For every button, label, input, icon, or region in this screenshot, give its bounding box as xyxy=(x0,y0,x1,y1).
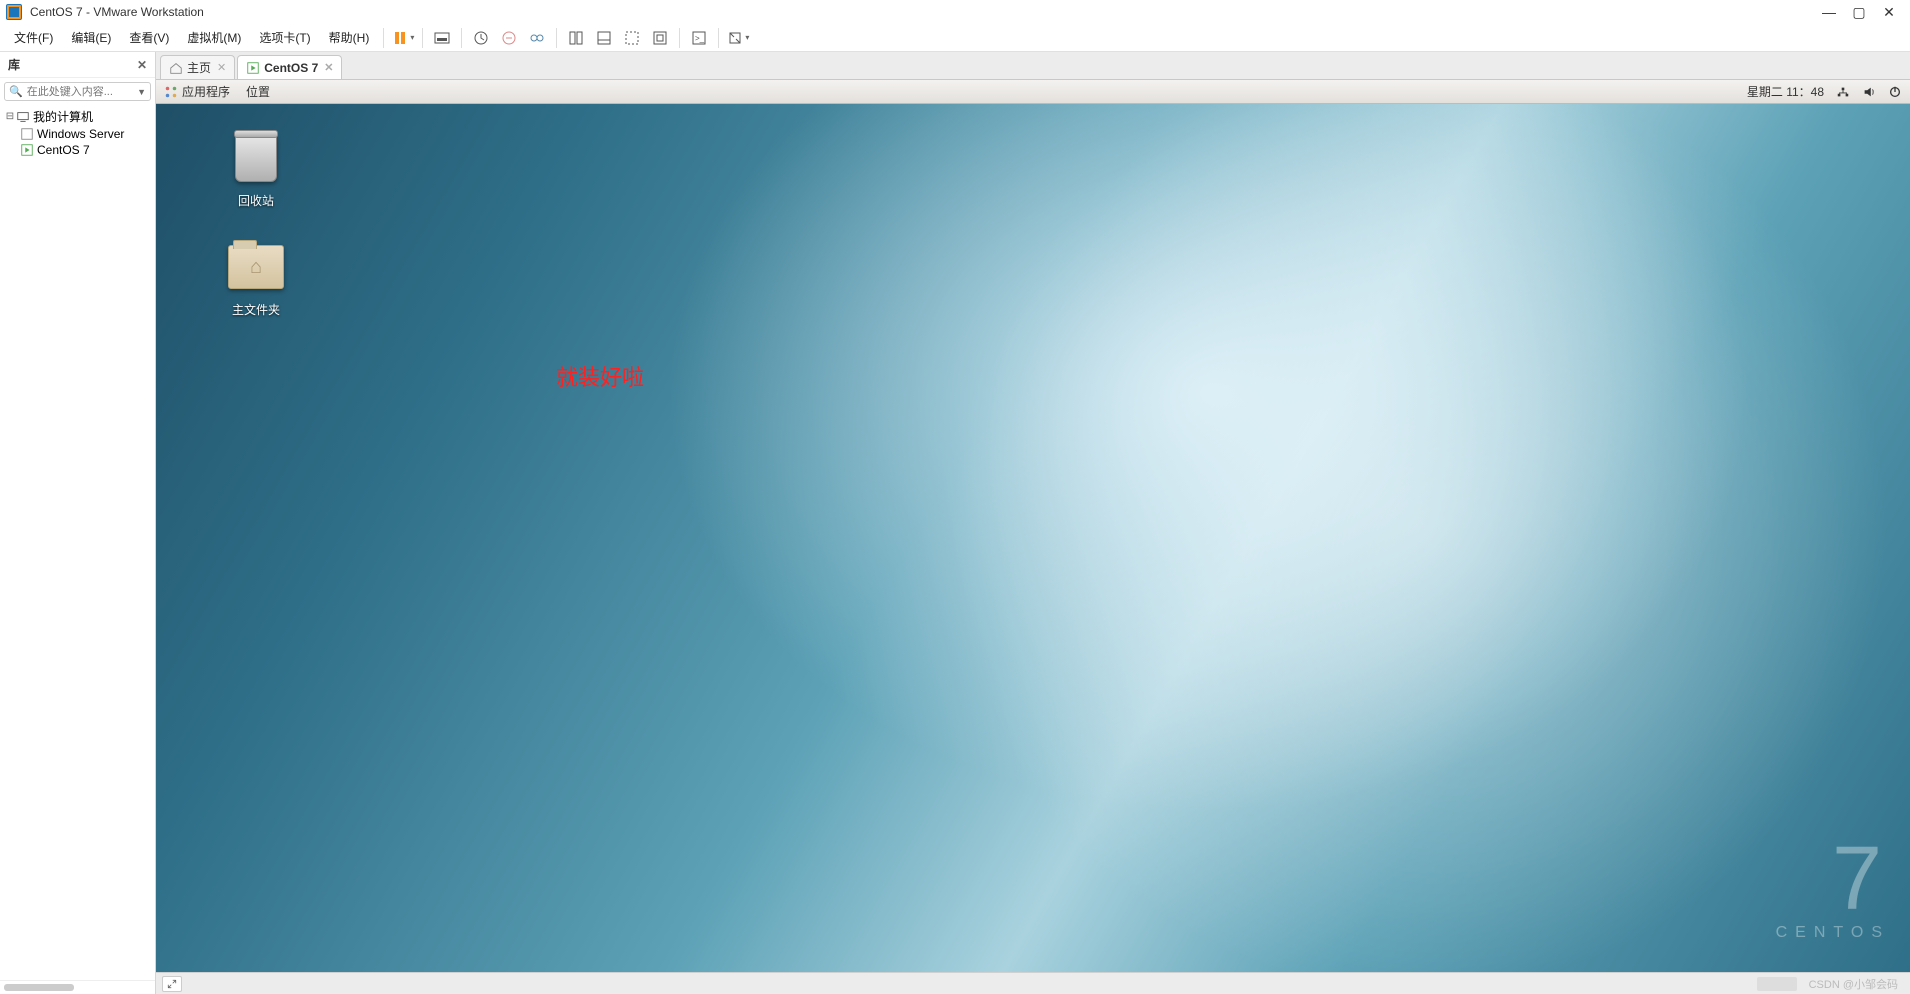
centos-brand: 7 CENTOS xyxy=(1776,834,1890,942)
sidebar-scrollbar[interactable] xyxy=(0,980,155,994)
maximize-console-button[interactable] xyxy=(162,976,182,992)
centos-name: CENTOS xyxy=(1776,924,1890,942)
menu-tabs[interactable]: 选项卡(T) xyxy=(251,27,318,48)
vmware-statusbar: CSDN @小邹会码 xyxy=(156,972,1910,994)
centos-version: 7 xyxy=(1776,834,1890,924)
tab-centos7-label: CentOS 7 xyxy=(264,61,318,75)
trash-icon xyxy=(235,134,277,182)
applications-icon xyxy=(164,85,178,99)
status-indicator xyxy=(1757,977,1797,991)
library-close-button[interactable]: ✕ xyxy=(137,58,147,72)
tree-item-windows-server[interactable]: Windows Server xyxy=(0,126,155,142)
revert-snapshot-button[interactable] xyxy=(496,26,522,50)
vm-tabstrip: 主页 ✕ CentOS 7 ✕ xyxy=(156,52,1910,80)
console-view-button[interactable]: >_ xyxy=(686,26,712,50)
minimize-button[interactable]: — xyxy=(1814,4,1844,20)
desktop-trash[interactable]: 回收站 xyxy=(196,130,316,209)
computer-icon xyxy=(16,110,30,124)
vm-console-viewport[interactable]: 应用程序 位置 星期二 11：48 回收站 ⌂ xyxy=(156,80,1910,972)
search-icon: 🔍 xyxy=(9,85,23,98)
tree-root-label: 我的计算机 xyxy=(33,108,93,125)
tree-item-label: CentOS 7 xyxy=(37,143,90,157)
library-sidebar: 库 ✕ 🔍 ▼ ⊟ 我的计算机 Windows Server xyxy=(0,52,156,994)
pause-vm-button[interactable] xyxy=(390,26,416,50)
snapshot-button[interactable] xyxy=(468,26,494,50)
library-title: 库 xyxy=(8,56,20,73)
annotation-text: 就装好啦 xyxy=(556,360,644,392)
tab-centos7[interactable]: CentOS 7 ✕ xyxy=(237,55,342,79)
view-library-button[interactable] xyxy=(563,26,589,50)
search-input[interactable] xyxy=(27,86,137,98)
tree-item-label: Windows Server xyxy=(37,127,124,141)
volume-icon[interactable] xyxy=(1862,85,1876,99)
vm-icon xyxy=(20,127,34,141)
menu-edit[interactable]: 编辑(E) xyxy=(63,27,119,48)
power-icon[interactable] xyxy=(1888,85,1902,99)
home-icon xyxy=(169,61,183,75)
tab-close-icon[interactable]: ✕ xyxy=(217,61,226,74)
menu-vm[interactable]: 虚拟机(M) xyxy=(179,27,249,48)
vmware-app-icon xyxy=(6,4,22,20)
tab-home[interactable]: 主页 ✕ xyxy=(160,55,235,79)
tab-close-icon[interactable]: ✕ xyxy=(324,61,333,74)
tree-item-centos7[interactable]: CentOS 7 xyxy=(0,142,155,158)
stretch-guest-button[interactable] xyxy=(725,26,751,50)
vm-running-icon xyxy=(20,143,34,157)
view-fullscreen-button[interactable] xyxy=(619,26,645,50)
menu-file[interactable]: 文件(F) xyxy=(6,27,61,48)
gnome-applications[interactable]: 应用程序 xyxy=(182,83,230,100)
view-thumbnails-button[interactable] xyxy=(591,26,617,50)
watermark-text: CSDN @小邹会码 xyxy=(1803,976,1904,992)
window-title: CentOS 7 - VMware Workstation xyxy=(30,5,204,19)
gnome-clock[interactable]: 星期二 11：48 xyxy=(1747,83,1824,100)
search-dropdown-icon[interactable]: ▼ xyxy=(137,87,146,97)
network-icon[interactable] xyxy=(1836,85,1850,99)
gnome-top-bar: 应用程序 位置 星期二 11：48 xyxy=(156,80,1910,104)
home-folder-icon: ⌂ xyxy=(228,245,284,289)
library-search[interactable]: 🔍 ▼ xyxy=(4,82,151,101)
maximize-button[interactable]: ▢ xyxy=(1844,4,1874,21)
tab-home-label: 主页 xyxy=(187,59,211,76)
menu-help[interactable]: 帮助(H) xyxy=(321,27,378,48)
desktop-home-label: 主文件夹 xyxy=(232,301,280,318)
library-tree: ⊟ 我的计算机 Windows Server CentOS 7 xyxy=(0,105,155,980)
menubar: 文件(F) 编辑(E) 查看(V) 虚拟机(M) 选项卡(T) 帮助(H) >_ xyxy=(0,24,1910,52)
send-ctrl-alt-del-button[interactable] xyxy=(429,26,455,50)
view-unity-button[interactable] xyxy=(647,26,673,50)
centos-wallpaper xyxy=(156,80,1910,972)
desktop-trash-label: 回收站 xyxy=(238,192,274,209)
svg-text:>_: >_ xyxy=(695,34,705,43)
window-titlebar: CentOS 7 - VMware Workstation — ▢ ✕ xyxy=(0,0,1910,24)
snapshot-manager-button[interactable] xyxy=(524,26,550,50)
tree-root-my-computer[interactable]: ⊟ 我的计算机 xyxy=(0,107,155,126)
gnome-places[interactable]: 位置 xyxy=(246,83,270,100)
menu-view[interactable]: 查看(V) xyxy=(121,27,177,48)
close-button[interactable]: ✕ xyxy=(1874,4,1904,21)
vm-running-icon xyxy=(246,61,260,75)
desktop-home-folder[interactable]: ⌂ 主文件夹 xyxy=(196,239,316,318)
